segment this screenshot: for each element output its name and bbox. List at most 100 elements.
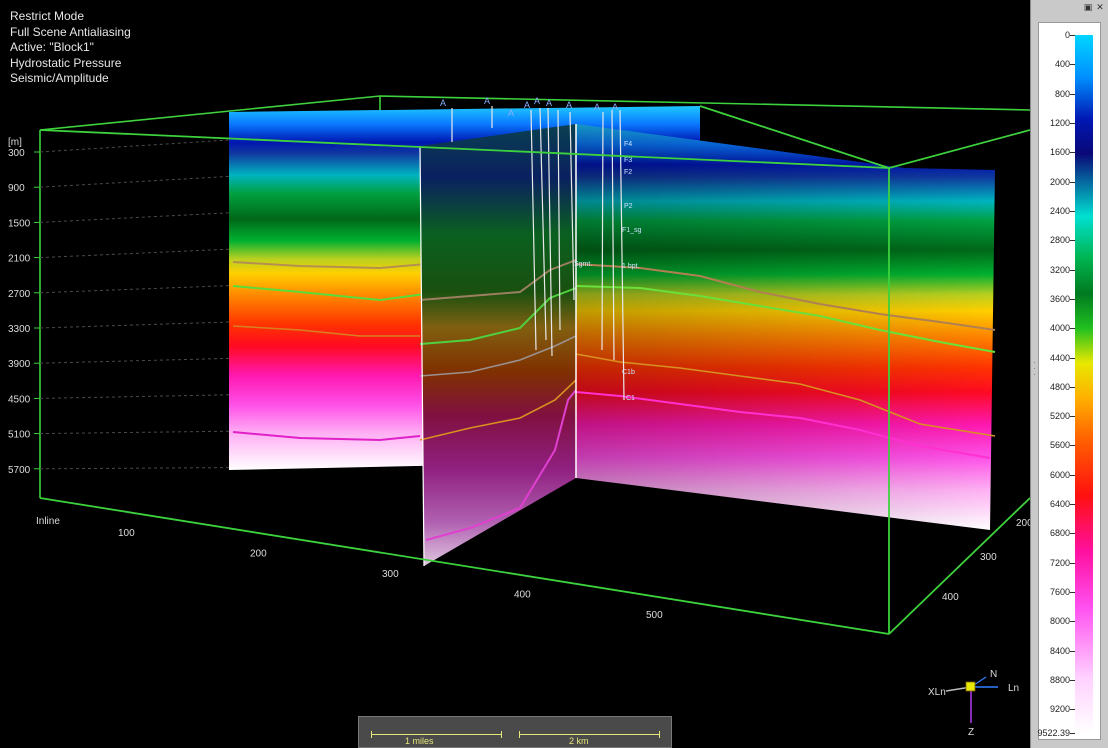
colorbar-tick-label: 4400	[1049, 352, 1070, 363]
colorbar-tick-label: 8000	[1049, 616, 1070, 627]
colorbar-panel: ▣ ✕ · · · 0 400 800 1200 1600 2000 2400 2800 3200 3…	[1030, 0, 1108, 748]
colorbar-tick-label: 3600	[1049, 293, 1070, 304]
info-restrict-mode: Restrict Mode	[10, 9, 85, 23]
colorbar-tick-label: 1200	[1049, 117, 1070, 128]
seismic-scene[interactable]: A AAA A A A A A F4F3F2P2F1_sg1 bpt.Sgmt.C1bC1 …	[0, 0, 1030, 748]
well-marker-tag: F3	[624, 157, 632, 164]
tripod-z-label: Z	[968, 727, 974, 738]
well-marker-tag: F1_sg	[622, 227, 642, 234]
colorbar-tick-label: 9522.39	[1037, 728, 1070, 738]
tripod-north-label: N	[990, 669, 997, 680]
crossline-tick-label: 400	[942, 592, 959, 603]
colorbar-tick-mark	[1070, 328, 1075, 330]
tripod-ln-label: Ln	[1008, 683, 1019, 694]
depth-grid-line	[39, 430, 230, 435]
well-name-tag: A	[612, 102, 618, 112]
depth-grid-line	[39, 285, 230, 294]
depth-axis: [m]300 900 1500 2100 2700 3300 3900 4500 5100 570…	[8, 137, 40, 476]
resize-grip-icon[interactable]: · · ·	[1033, 359, 1036, 379]
colorbar-tick-mark	[1070, 240, 1075, 242]
colorbar-tick-label: 800	[1054, 88, 1070, 99]
well-name-tag: A	[534, 96, 540, 106]
colorbar-tick-label: 8800	[1049, 675, 1070, 686]
colorbar-tick-label: 2000	[1049, 176, 1070, 187]
scale-bar: 1 miles 2 km	[358, 716, 672, 748]
colorbar-tick-mark	[1070, 35, 1075, 36]
depth-tick-label: 2100	[8, 254, 31, 265]
depth-grid-line	[39, 139, 230, 153]
colorbar-tick-label: 7200	[1049, 557, 1070, 568]
colorbar-tick-mark	[1070, 650, 1075, 652]
colorbar-tick-mark	[1070, 416, 1075, 418]
colorbar-tick-label: 3200	[1049, 264, 1070, 275]
depth-unit-label: [m]	[8, 137, 22, 148]
well-marker-tag: P2	[624, 203, 633, 210]
well-name-tag: A	[524, 100, 530, 110]
depth-tick-label: 3900	[8, 359, 31, 370]
well-name-tag: A	[566, 100, 572, 110]
colorbar-tick-mark	[1070, 152, 1075, 154]
colorbar-tick-label: 2800	[1049, 235, 1070, 246]
scale-miles-label: 1 miles	[405, 736, 434, 746]
crossline-axis: 200 300 400	[942, 518, 1030, 603]
colorbar-tick-mark	[1070, 621, 1075, 623]
well-name-tag: A	[440, 98, 446, 108]
colorbar-gradient	[1075, 35, 1093, 733]
well-marker-tag: F2	[624, 169, 632, 176]
colorbar-tick-mark	[1070, 709, 1075, 711]
3d-viewport[interactable]: AAAAAAAAA F4 F3 F2 P2 F1_sg 1 bpt. Sgmt. C1b C1 …	[0, 0, 1030, 748]
crossline-tick-label: 200	[1016, 518, 1030, 529]
inline-tick-label: 200	[250, 549, 267, 560]
depth-tick-label: 2700	[8, 289, 31, 300]
viewport-info-overlay: Restrict Mode Full Scene Antialiasing Ac…	[10, 9, 131, 87]
colorbar-tick-label: 400	[1054, 59, 1070, 70]
close-panel-icon[interactable]: ✕	[1095, 3, 1105, 13]
depth-grid-line	[39, 357, 230, 364]
colorbar-tick-mark	[1070, 592, 1075, 594]
depth-grid-line	[39, 467, 230, 470]
colorbar-tick-label: 2400	[1049, 205, 1070, 216]
colorbar-tick-label: 6000	[1049, 469, 1070, 480]
well-name-tag: A	[594, 102, 600, 112]
colorbar-tick-mark	[1070, 733, 1075, 734]
inline-tick-label: 100	[118, 528, 135, 539]
depth-tick-label: 1500	[8, 218, 31, 229]
depth-grid-line	[39, 212, 230, 223]
colorbar-tick-label: 9200	[1049, 704, 1070, 715]
colorbar-tick-mark	[1070, 474, 1075, 476]
depth-tick-label: 3300	[8, 324, 31, 335]
colorbar-tick-label: 5200	[1049, 411, 1070, 422]
depth-grid-line	[39, 321, 230, 329]
tripod-xln-label: XLn	[928, 687, 946, 698]
scale-km-label: 2 km	[569, 736, 589, 746]
depth-tick-label: 300	[8, 148, 25, 159]
inline-tick-label: 300	[382, 569, 399, 580]
orientation-tripod[interactable]: XLn Ln N Z	[928, 665, 1028, 740]
depth-tick-label: 900	[8, 183, 25, 194]
well-name-tag: A	[484, 96, 490, 106]
colorbar-tick-label: 6800	[1049, 528, 1070, 539]
info-seismic: Seismic/Amplitude	[10, 71, 109, 85]
colorbar-tick-mark	[1070, 562, 1075, 564]
colorbar-tick-mark	[1070, 64, 1075, 66]
crossline-tick-label: 300	[980, 552, 997, 563]
well-marker-tag: F4	[624, 141, 632, 148]
well-marker-tag: 1 bpt.	[622, 263, 640, 270]
well-name-tag: A	[508, 108, 514, 118]
colorbar-tick-label: 4800	[1049, 381, 1070, 392]
colorbar-tick-mark	[1070, 504, 1075, 506]
info-active-block: Active: "Block1"	[10, 40, 94, 54]
info-antialiasing: Full Scene Antialiasing	[10, 24, 131, 39]
inline-axis: Inline 100 200 300 400 500	[36, 516, 663, 621]
colorbar-tick-label: 5600	[1049, 440, 1070, 451]
colorbar-tick-mark	[1070, 445, 1075, 447]
colorbar-tick-mark	[1070, 533, 1075, 535]
depth-tick-label: 5100	[8, 430, 31, 441]
float-panel-icon[interactable]: ▣	[1083, 3, 1093, 13]
depth-grid-line	[39, 248, 230, 259]
depth-grid-line	[39, 175, 230, 188]
colorbar-tick-mark	[1070, 122, 1075, 124]
well-marker-tag: Sgmt.	[574, 261, 592, 268]
colorbar-tick-label: 4000	[1049, 323, 1070, 334]
colorbar-tick-mark	[1070, 357, 1075, 359]
